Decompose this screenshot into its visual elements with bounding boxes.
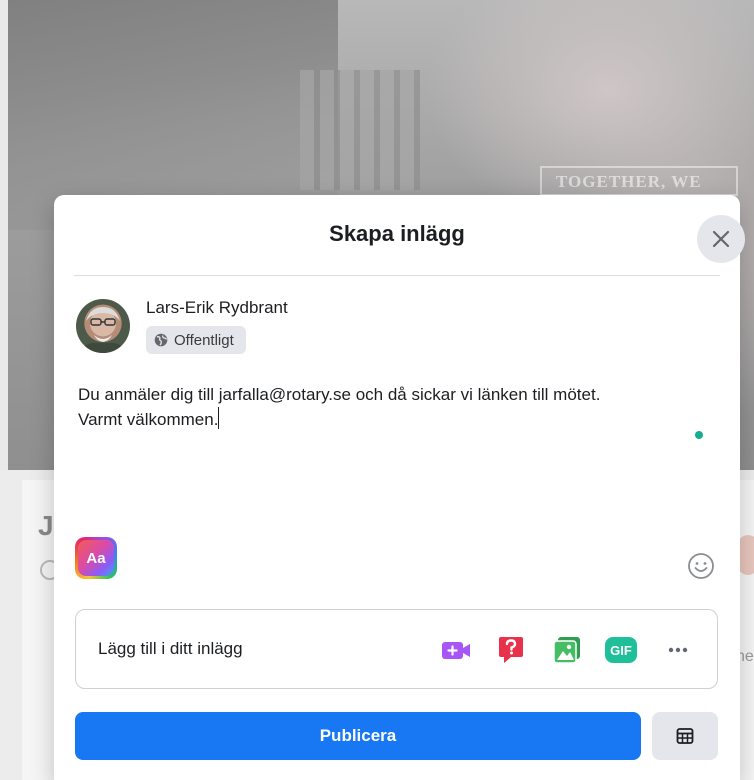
more-icon: [668, 647, 688, 653]
cover-sign: TOGETHER, WE: [540, 166, 738, 196]
text-background-button[interactable]: Aa: [75, 537, 117, 579]
add-to-post-bar: Lägg till i ditt inlägg GIF: [75, 609, 718, 689]
post-text-line-1: Du anmäler dig till jarfalla@rotary.se o…: [78, 385, 601, 404]
status-dot: [695, 431, 703, 439]
question-button[interactable]: [495, 634, 527, 666]
close-button[interactable]: [697, 215, 745, 263]
smiley-icon: [688, 553, 714, 579]
header-divider: [74, 275, 720, 276]
create-post-dialog: Skapa inlägg Lars-Erik Rydbrant Offentli…: [54, 195, 745, 780]
photo-icon: [553, 637, 580, 664]
dialog-title: Skapa inlägg: [329, 221, 465, 246]
emoji-button[interactable]: [687, 552, 715, 580]
question-icon: [499, 637, 523, 663]
text-cursor: [218, 407, 220, 429]
live-video-icon: [442, 642, 470, 659]
gif-button[interactable]: GIF: [605, 634, 637, 666]
privacy-selector[interactable]: Offentligt: [146, 326, 246, 354]
text-format-icon: Aa: [78, 540, 114, 576]
live-video-button[interactable]: [440, 634, 472, 666]
calendar-icon: [676, 728, 694, 744]
close-icon: [712, 230, 730, 248]
gif-icon: GIF: [605, 637, 637, 663]
cover-building: [300, 70, 420, 190]
privacy-label: Offentligt: [174, 331, 234, 349]
post-text-line-2: Varmt välkommen.: [78, 410, 219, 429]
page-heading-letter: J: [38, 510, 54, 541]
add-to-post-label: Lägg till i ditt inlägg: [98, 639, 243, 658]
page-side-pill: [738, 535, 754, 575]
publish-button[interactable]: Publicera: [75, 712, 641, 760]
schedule-button[interactable]: [652, 712, 718, 760]
more-options-button[interactable]: [662, 634, 694, 666]
photo-video-button[interactable]: [551, 634, 583, 666]
user-name: Lars-Erik Rydbrant: [146, 298, 288, 317]
post-textbox[interactable]: Du anmäler dig till jarfalla@rotary.se o…: [78, 383, 728, 432]
globe-icon: [154, 333, 168, 347]
avatar: [76, 299, 130, 353]
gif-label: GIF: [610, 643, 632, 658]
